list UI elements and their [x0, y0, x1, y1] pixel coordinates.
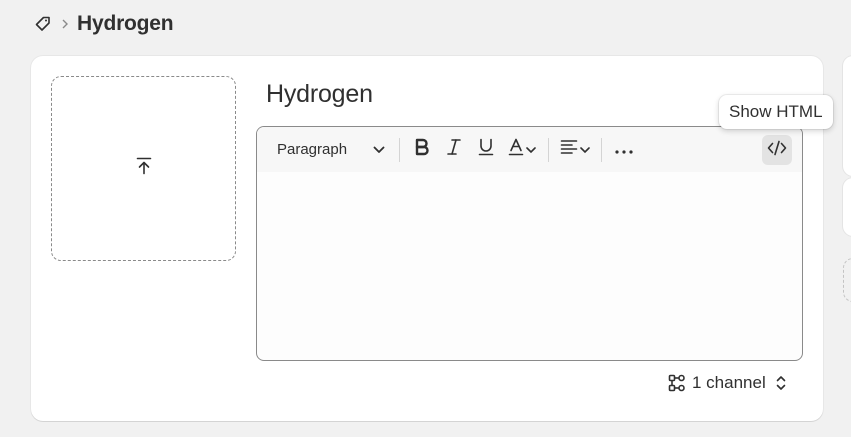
format-select[interactable]: Paragraph [269, 135, 393, 165]
editor-content-area[interactable] [257, 172, 802, 360]
channel-label: 1 channel [692, 373, 766, 392]
bold-button[interactable] [406, 135, 438, 165]
chevron-down-icon [373, 146, 385, 154]
italic-icon [447, 138, 461, 161]
toolbar-divider [601, 137, 602, 162]
media-dropzone[interactable] [51, 76, 236, 261]
product-title-input[interactable]: Hydrogen [266, 80, 373, 109]
description-editor[interactable]: Paragraph [256, 126, 803, 361]
channel-selector[interactable]: 1 channel [668, 372, 786, 394]
code-icon [767, 140, 787, 161]
text-color-button[interactable] [502, 135, 542, 165]
align-button[interactable] [555, 135, 595, 165]
product-card: Hydrogen Paragraph 1 channel [31, 56, 823, 421]
toolbar-divider [399, 137, 400, 162]
side-card [843, 178, 851, 236]
breadcrumb: Hydrogen [33, 11, 174, 37]
tag-icon[interactable] [33, 14, 53, 34]
show-html-button[interactable] [762, 135, 792, 165]
align-icon [560, 139, 578, 160]
channels-icon [668, 374, 686, 392]
bold-icon [415, 138, 429, 161]
chevron-down-icon [580, 141, 590, 159]
editor-toolbar: Paragraph [257, 127, 802, 172]
chevron-down-icon [526, 141, 536, 159]
format-select-label: Paragraph [277, 141, 348, 158]
italic-button[interactable] [438, 135, 470, 165]
underline-button[interactable] [470, 135, 502, 165]
side-dashed-card [843, 258, 851, 302]
toolbar-divider [548, 137, 549, 162]
chevron-up-down-icon [776, 375, 786, 391]
show-html-tooltip: Show HTML [719, 95, 833, 129]
side-card [843, 56, 851, 176]
chevron-right-icon [61, 19, 69, 29]
upload-icon [136, 157, 152, 180]
underline-icon [478, 138, 494, 161]
page-title: Hydrogen [77, 12, 174, 35]
more-icon [615, 141, 633, 159]
more-button[interactable] [608, 135, 640, 165]
text-color-icon [508, 138, 524, 161]
